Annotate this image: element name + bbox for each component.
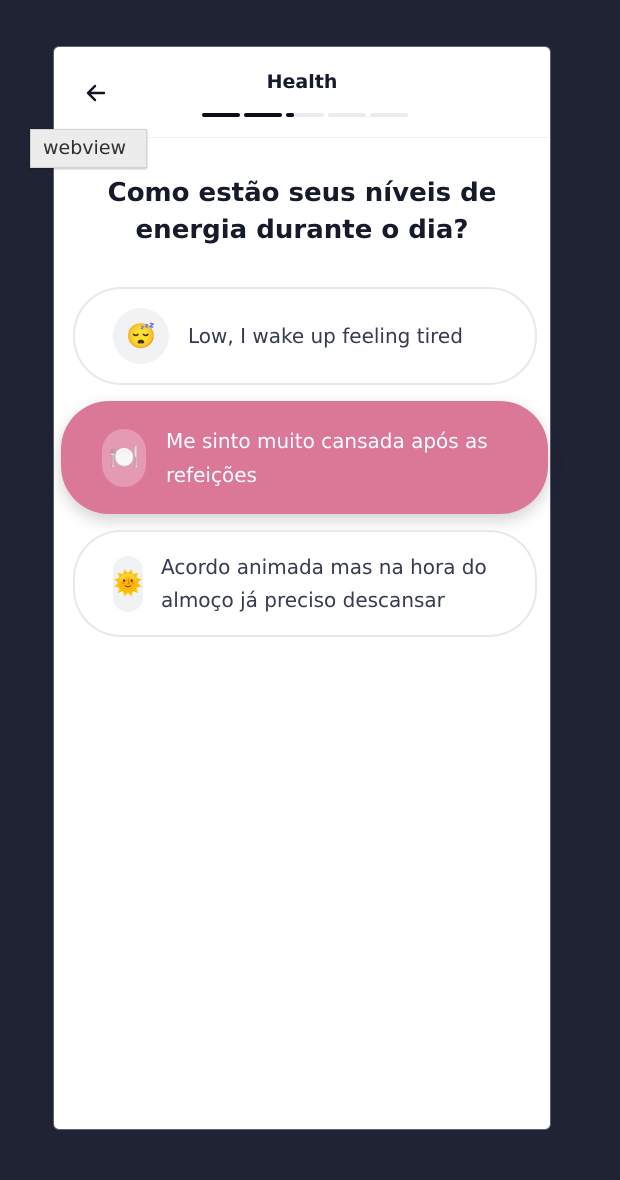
- progress-fill: [202, 113, 240, 117]
- progress-indicator: [202, 113, 408, 117]
- page-title: Health: [266, 71, 338, 93]
- webview-tooltip: webview: [30, 129, 147, 168]
- option-low-energy[interactable]: 😴 Low, I wake up feeling tired: [73, 287, 537, 385]
- progress-segment: [370, 113, 408, 117]
- option-midday-tired[interactable]: 🌞 Acordo animada mas na hora do almoço j…: [73, 530, 537, 637]
- option-label: Acordo animada mas na hora do almoço já …: [161, 554, 487, 612]
- option-label: Me sinto muito cansada após as refeições: [166, 428, 488, 487]
- sleeping-face-icon: 😴: [113, 308, 169, 364]
- progress-segment: [328, 113, 366, 117]
- progress-fill: [286, 113, 294, 117]
- header: Health: [54, 47, 550, 138]
- option-tired-after-meals[interactable]: 🍽️ Me sinto muito cansada após as refeiç…: [61, 401, 548, 514]
- option-label: Low, I wake up feeling tired: [188, 324, 463, 348]
- progress-segment: [286, 113, 324, 117]
- plate-with-cutlery-icon: 🍽️: [102, 428, 146, 487]
- progress-segment: [202, 113, 240, 117]
- question-heading: Como estão seus níveis de energia durant…: [107, 178, 497, 245]
- progress-fill: [244, 113, 282, 117]
- webview-frame: Health Como estão seus níveis de energia…: [53, 46, 551, 1130]
- progress-segment: [244, 113, 282, 117]
- sun-with-face-icon: 🌞: [113, 555, 143, 612]
